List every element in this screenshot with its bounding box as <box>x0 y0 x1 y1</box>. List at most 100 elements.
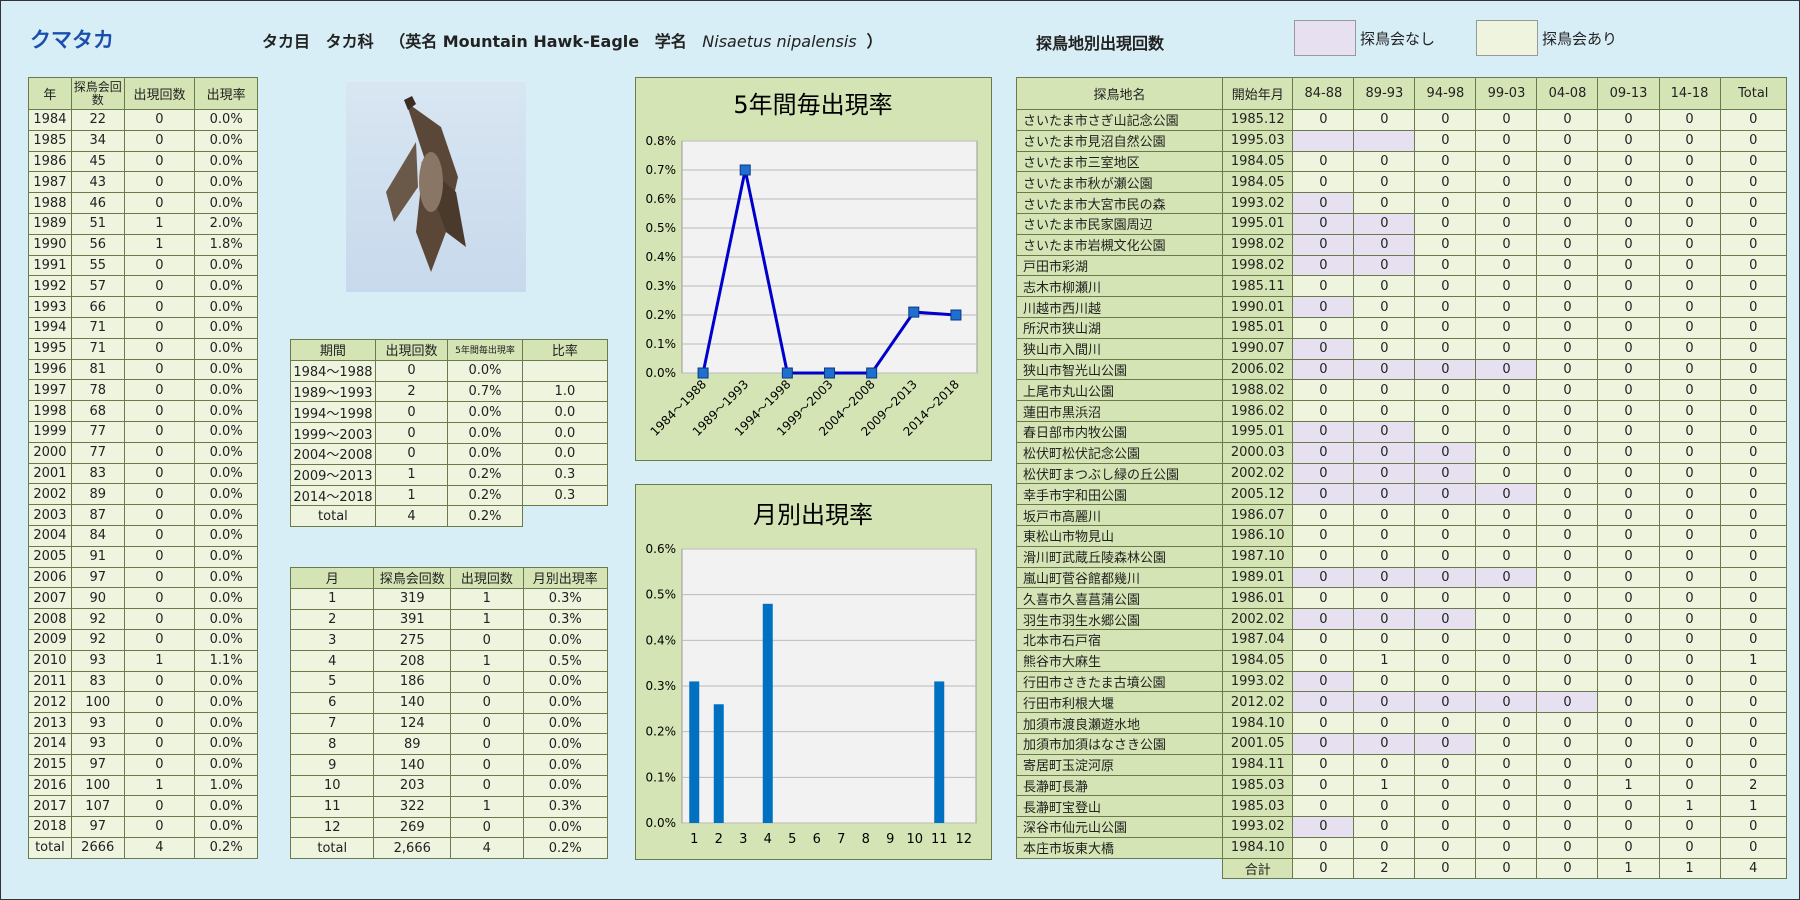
site-count: 0 <box>1536 816 1599 838</box>
year-cell: 0.0% <box>194 150 258 173</box>
site-count: 0 <box>1414 129 1477 152</box>
site-count: 0 <box>1597 441 1660 464</box>
year-cell: 1989 <box>28 212 72 235</box>
table-row: total 2,666 4 0.2% <box>289 837 609 860</box>
site-count <box>1292 129 1355 152</box>
site-count: 0 <box>1597 753 1660 776</box>
month-count-header: 出現回数 <box>450 567 524 589</box>
site-count: 0 <box>1536 296 1599 318</box>
year-cell: 78 <box>70 379 125 402</box>
period-cell: 1984～1988 <box>290 359 376 382</box>
site-start: 1995.01 <box>1222 212 1294 235</box>
year-cell: 2007 <box>28 587 72 610</box>
year-cell: 1995 <box>28 337 72 360</box>
site-count: 0 <box>1597 129 1660 152</box>
table-row: 2 391 1 0.3% <box>289 608 609 631</box>
year-cell: 0.0% <box>194 524 258 547</box>
year-cell: 0 <box>123 732 196 755</box>
site-count: 0 <box>1353 732 1416 755</box>
site-start: 2002.02 <box>1222 462 1294 485</box>
site-start: 2006.02 <box>1222 358 1294 381</box>
site-count: 0 <box>1414 212 1477 235</box>
table-row: 2003 87 0 0.0% <box>28 504 258 526</box>
y-tick-label: 0.2% <box>646 308 677 322</box>
site-count: 0 <box>1292 296 1355 318</box>
data-point <box>950 309 962 321</box>
site-name: 嵐山町菅谷館都幾川 <box>1015 566 1224 589</box>
table-row: 本庄市坂東大橋 1984.10 0 0 0 0 0 0 0 0 <box>1015 836 1788 859</box>
year-cell: 93 <box>70 732 125 755</box>
site-count: 0 <box>1414 816 1477 838</box>
period-ratio-header: 比率 <box>521 339 609 361</box>
order-label: タカ目 <box>262 32 311 51</box>
table-row: 東松山市物見山 1986.10 0 0 0 0 0 0 0 0 <box>1015 524 1788 547</box>
month-cell: 6 <box>289 691 375 714</box>
year-cell: 0.0% <box>194 691 258 714</box>
table-row: 2015 97 0 0.0% <box>28 753 258 776</box>
year-cell: 2666 <box>70 836 125 859</box>
year-cell: 2009 <box>28 628 72 651</box>
period-total-label: total <box>290 505 376 528</box>
legend-label-none: 探鳥会なし <box>1360 29 1436 48</box>
site-count: 0 <box>1536 732 1599 755</box>
site-count: 0 <box>1414 441 1477 464</box>
table-row: 1993 66 0 0.0% <box>28 296 258 318</box>
site-start: 2005.12 <box>1222 483 1294 506</box>
site-count: 0 <box>1536 212 1599 235</box>
year-cell: 56 <box>70 233 125 256</box>
table-row: total 2666 4 0.2% <box>28 836 258 859</box>
year-cell: total <box>28 836 72 859</box>
site-count: 0 <box>1292 233 1355 256</box>
table-row: 2016 100 1 1.0% <box>28 774 258 797</box>
site-count: 0 <box>1475 816 1538 838</box>
year-cell: 2002 <box>28 483 72 506</box>
site-start: 1998.02 <box>1222 254 1294 277</box>
site-count: 0 <box>1658 379 1721 402</box>
site-count: 0 <box>1475 670 1538 693</box>
site-count: 0 <box>1475 129 1538 152</box>
site-count: 0 <box>1475 254 1538 277</box>
site-count: 0 <box>1719 712 1788 734</box>
table-row: 1992 57 0 0.0% <box>28 275 258 298</box>
site-count: 0 <box>1597 712 1660 734</box>
site-count: 0 <box>1597 254 1660 277</box>
site-start: 1989.01 <box>1222 566 1294 589</box>
table-row: 2014 93 0 0.0% <box>28 732 258 755</box>
table-row: 1991 55 0 0.0% <box>28 254 258 277</box>
site-name: 松伏町松伏記念公園 <box>1015 441 1224 464</box>
table-row: 松伏町まつぶし緑の丘公園 2002.02 0 0 0 0 0 0 0 0 <box>1015 462 1788 485</box>
site-count: 0 <box>1414 524 1477 547</box>
period-cell: 0 <box>374 442 449 465</box>
y-tick-label: 0.6% <box>646 192 677 206</box>
site-count: 0 <box>1414 712 1477 734</box>
table-row: 2006 97 0 0.0% <box>28 566 258 589</box>
month-cell: 0.0% <box>522 774 609 797</box>
year-cell: 0.0% <box>194 337 258 360</box>
year-cell: 0 <box>123 129 196 152</box>
site-count: 0 <box>1353 150 1416 173</box>
year-cell: 100 <box>70 691 125 714</box>
site-count: 0 <box>1414 628 1477 651</box>
site-count: 0 <box>1536 774 1599 797</box>
site-count: 0 <box>1475 545 1538 568</box>
site-name: 上尾市丸山公園 <box>1015 379 1224 402</box>
site-count: 0 <box>1658 836 1721 859</box>
site-count: 0 <box>1719 504 1788 526</box>
period-cell: 0.0% <box>447 442 523 465</box>
site-name: 本庄市坂東大橋 <box>1015 836 1224 859</box>
x-tick-label: 7 <box>837 832 845 847</box>
site-count: 0 <box>1414 254 1477 277</box>
period-cell: 0.0 <box>521 401 609 424</box>
site-count: 0 <box>1475 587 1538 610</box>
legend-label-with: 探鳥会あり <box>1542 29 1618 48</box>
site-total-label: 合計 <box>1222 857 1294 880</box>
year-cell: 0 <box>123 566 196 589</box>
table-row: 長瀞町長瀞 1985.03 0 1 0 0 0 1 0 2 <box>1015 774 1788 797</box>
site-count: 0 <box>1353 753 1416 776</box>
period-cell: 0.0 <box>521 442 609 465</box>
site-count: 0 <box>1597 545 1660 568</box>
year-cell: 0 <box>123 400 196 422</box>
year-cell: 1984 <box>28 109 72 131</box>
table-row: 行田市さきたま古墳公園 1993.02 0 0 0 0 0 0 0 0 <box>1015 670 1788 693</box>
x-tick-label: 9 <box>886 832 894 847</box>
